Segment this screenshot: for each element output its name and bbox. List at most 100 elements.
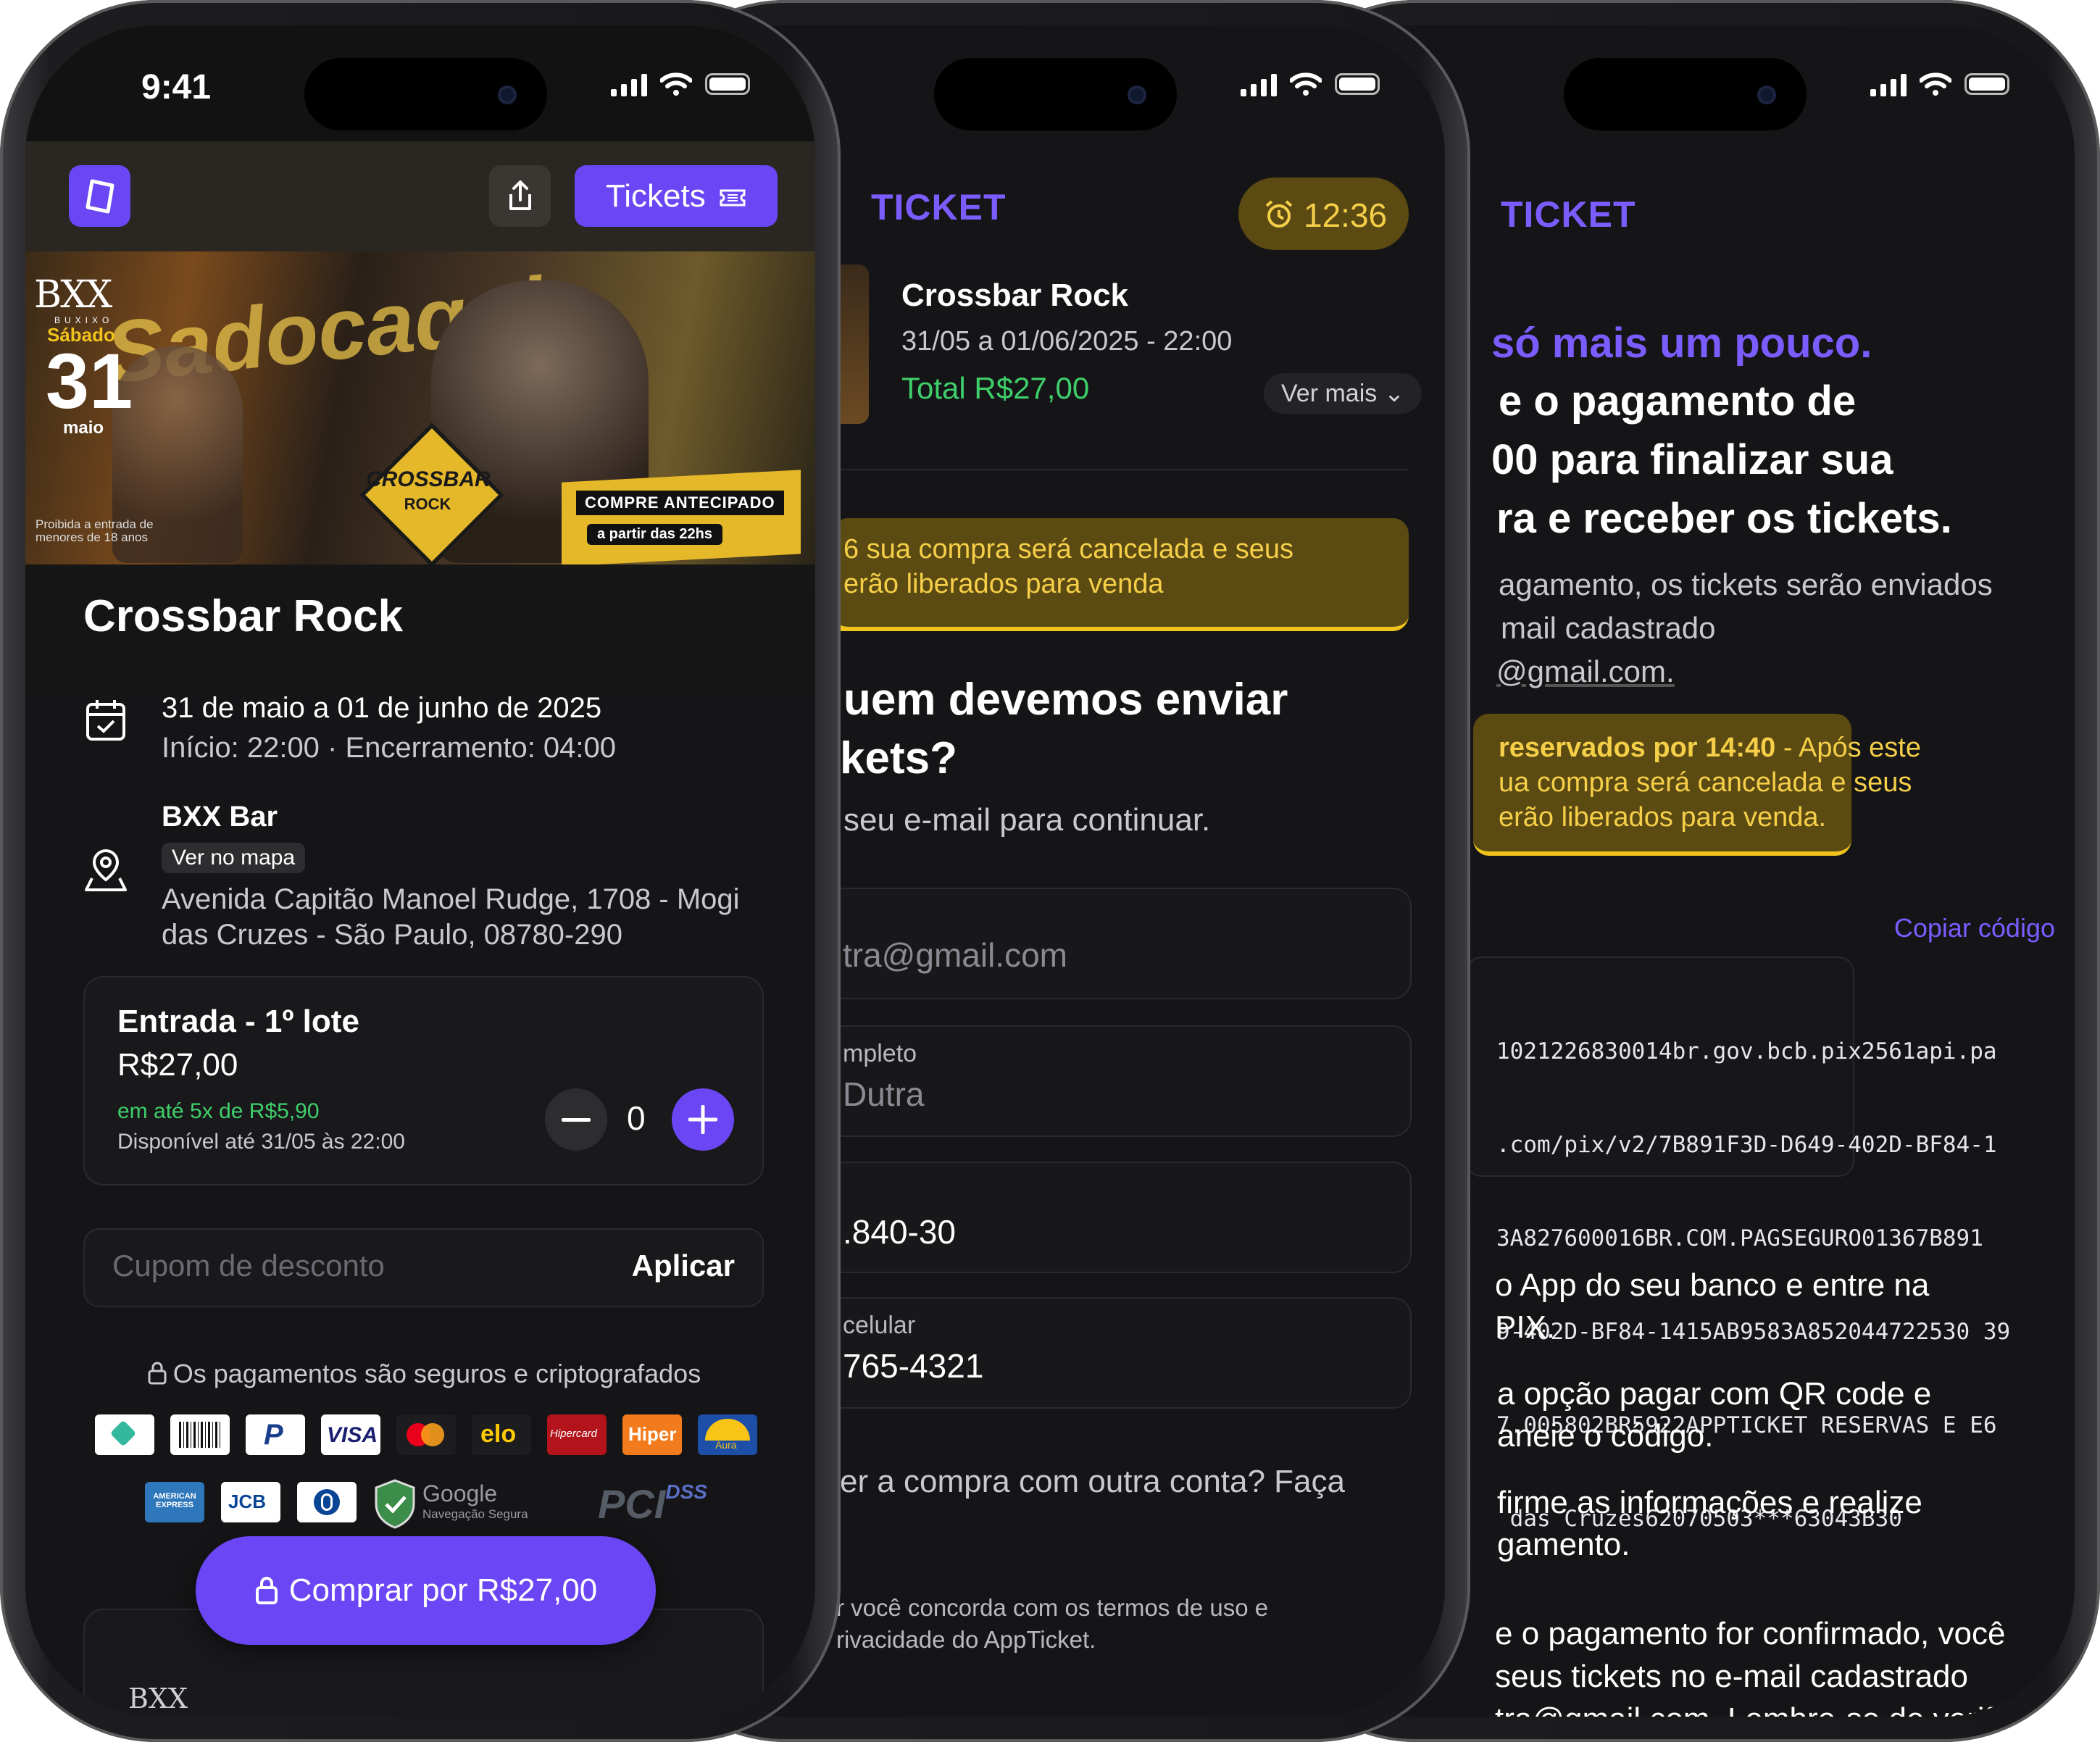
battery-icon <box>1335 73 1380 95</box>
age-notice: Proibida a entrada de menores de 18 anos <box>36 517 154 544</box>
pix-logo <box>95 1414 154 1455</box>
event-title: Crossbar Rock <box>901 278 1129 313</box>
alarm-clock-icon <box>1265 200 1293 228</box>
google-shield-icon <box>373 1478 417 1529</box>
pci-dss-logo: PCIDSS <box>598 1480 707 1527</box>
share-icon <box>509 180 531 210</box>
payment-title-highlight: só mais um pouco. <box>1491 320 1872 367</box>
payment-title-line: e o pagamento de <box>1499 378 1857 425</box>
cancellation-warning: 6 sua compra será cancelada e seus erão … <box>833 518 1409 631</box>
battery-icon <box>705 73 750 95</box>
advance-sale-strip <box>562 470 801 564</box>
paypal-logo: P <box>246 1414 305 1455</box>
map-button[interactable]: Ver no mapa <box>162 843 306 873</box>
instruction-step-3: firme as informações e realize gamento. <box>1497 1485 1922 1562</box>
elo-logo: elo <box>472 1414 531 1455</box>
mastercard-logo <box>396 1414 456 1455</box>
event-thumbnail <box>840 264 869 424</box>
calendar-icon <box>86 700 125 741</box>
banner-brand: BXX <box>34 273 112 317</box>
lock-icon <box>255 1577 278 1604</box>
pix-code-box[interactable]: 1021226830014br.gov.bcb.pix2561api.pa .c… <box>1466 957 2010 1532</box>
payment-email: @gmail.com. <box>1496 654 1675 688</box>
visa-logo: VISA <box>321 1414 380 1455</box>
event-banner: Sadocaqui BXX BUXIXO Sábado 31 maio CROS… <box>25 251 815 564</box>
event-title: Crossbar Rock <box>83 591 404 641</box>
payment-description: mail cadastrado <box>1501 611 1716 645</box>
battery-icon <box>1964 73 2009 95</box>
buy-button[interactable]: Comprar por R$27,00 <box>196 1536 656 1645</box>
plus-icon <box>688 1105 717 1134</box>
quantity-value: 0 <box>627 1099 646 1137</box>
share-button[interactable] <box>489 165 551 227</box>
increase-quantity-button[interactable] <box>672 1088 734 1151</box>
chevron-down-icon: ⌄ <box>1383 380 1405 407</box>
jcb-logo: JCB <box>221 1482 280 1522</box>
wifi-icon <box>1920 72 1951 96</box>
brand-logo: TICKET <box>1501 194 1636 235</box>
wifi-icon <box>1290 72 1322 96</box>
location-pin-icon <box>85 849 127 891</box>
form-heading: kets? <box>840 733 957 783</box>
payment-title-line: 00 para finalizar sua <box>1491 436 1893 483</box>
instruction-final: e o pagamento for confirmado, você seus t… <box>1495 1616 2045 1717</box>
wifi-icon <box>660 72 692 96</box>
decrease-quantity-button[interactable] <box>545 1088 607 1151</box>
signal-icon <box>1241 72 1277 96</box>
event-times: Início: 22:00 · Encerramento: 04:00 <box>162 732 617 764</box>
event-date: 31 de maio a 01 de junho de 2025 <box>162 692 602 724</box>
google-safe-label: Google Navegação Segura <box>422 1480 528 1521</box>
terms-text: r você concorda com os termos de uso e r… <box>836 1594 1269 1653</box>
venue-name: BXX Bar <box>162 801 278 833</box>
amex-logo: AMERICAN EXPRESS <box>145 1482 204 1522</box>
reservation-warning: reservados por 14:40 - Após este ua comp… <box>1473 714 1921 856</box>
aura-logo: Aura <box>698 1414 757 1455</box>
instruction-step-1: o App do seu banco e entre na PIX. <box>1495 1267 1930 1345</box>
ver-mais-button[interactable]: Ver mais ⌄ <box>1264 373 1422 414</box>
tickets-button[interactable]: Tickets <box>575 165 778 227</box>
instruction-step-2: a opção pagar com QR code e aneie o códig… <box>1497 1376 1932 1454</box>
installments-text: em até 5x de R$5,90 <box>117 1099 320 1123</box>
other-account-link[interactable]: er a compra com outra conta? Faça <box>840 1464 1345 1500</box>
apply-coupon-button[interactable]: Aplicar <box>632 1249 735 1283</box>
brand-logo: TICKET <box>871 187 1007 228</box>
start-time-label: a partir das 22hs <box>587 524 722 545</box>
dynamic-island <box>934 58 1177 130</box>
availability-text: Disponível até 31/05 às 22:00 <box>117 1130 405 1154</box>
full-name-field[interactable]: mpleto Dutra <box>825 1025 1412 1137</box>
coupon-placeholder: Cupom de desconto <box>112 1249 385 1283</box>
payment-title-line: ra e receber os tickets. <box>1496 495 1952 542</box>
cpf-field[interactable]: .840-30 <box>825 1162 1412 1273</box>
status-time: 9:41 <box>141 68 212 107</box>
reservation-time: reservados por 14:40 <box>1499 733 1776 763</box>
secure-payment-note: Os pagamentos são seguros e criptografad… <box>134 1359 714 1389</box>
coupon-field[interactable]: Cupom de desconto Aplicar <box>83 1228 764 1307</box>
dynamic-island <box>1564 58 1807 130</box>
copy-code-link[interactable]: Copiar código <box>1894 913 2055 943</box>
banner-month: maio <box>63 418 104 438</box>
event-screen: 9:41 Tickets Sadocaqui BXX BUXIXO Sábado… <box>25 25 815 1717</box>
lock-icon <box>148 1362 167 1385</box>
advance-sale-label: COMPRE ANTECIPADO <box>576 491 784 515</box>
diners-logo <box>297 1482 357 1522</box>
countdown-progress <box>833 627 1267 631</box>
app-logo[interactable] <box>69 165 130 227</box>
order-total: Total R$27,00 <box>901 371 1090 405</box>
ticket-logo-icon <box>86 179 114 214</box>
hiper-logo: Hiper <box>622 1414 682 1455</box>
venue-address: Avenida Capitão Manoel Rudge, 1708 - Mog… <box>162 883 740 951</box>
signal-icon <box>611 72 647 96</box>
hipercard-logo: Hipercard <box>547 1414 607 1455</box>
banner-day: 31 <box>46 337 133 425</box>
signal-icon <box>1870 72 1907 96</box>
divider <box>840 469 1409 470</box>
status-bar: 9:41 <box>25 25 815 149</box>
phone-field[interactable]: celular 765-4321 <box>825 1297 1412 1409</box>
payment-description: agamento, os tickets serão enviados <box>1499 567 1993 601</box>
form-subtitle: seu e-mail para continuar. <box>843 802 1211 838</box>
phone-event: 9:41 Tickets Sadocaqui BXX BUXIXO Sábado… <box>0 0 841 1742</box>
organizer-logo: BXX <box>128 1683 188 1714</box>
ticket-icon <box>720 189 746 207</box>
ticket-card: Entrada - 1º lote R$27,00 em até 5x de R… <box>83 976 764 1185</box>
email-field[interactable]: tra@gmail.com <box>825 888 1412 999</box>
